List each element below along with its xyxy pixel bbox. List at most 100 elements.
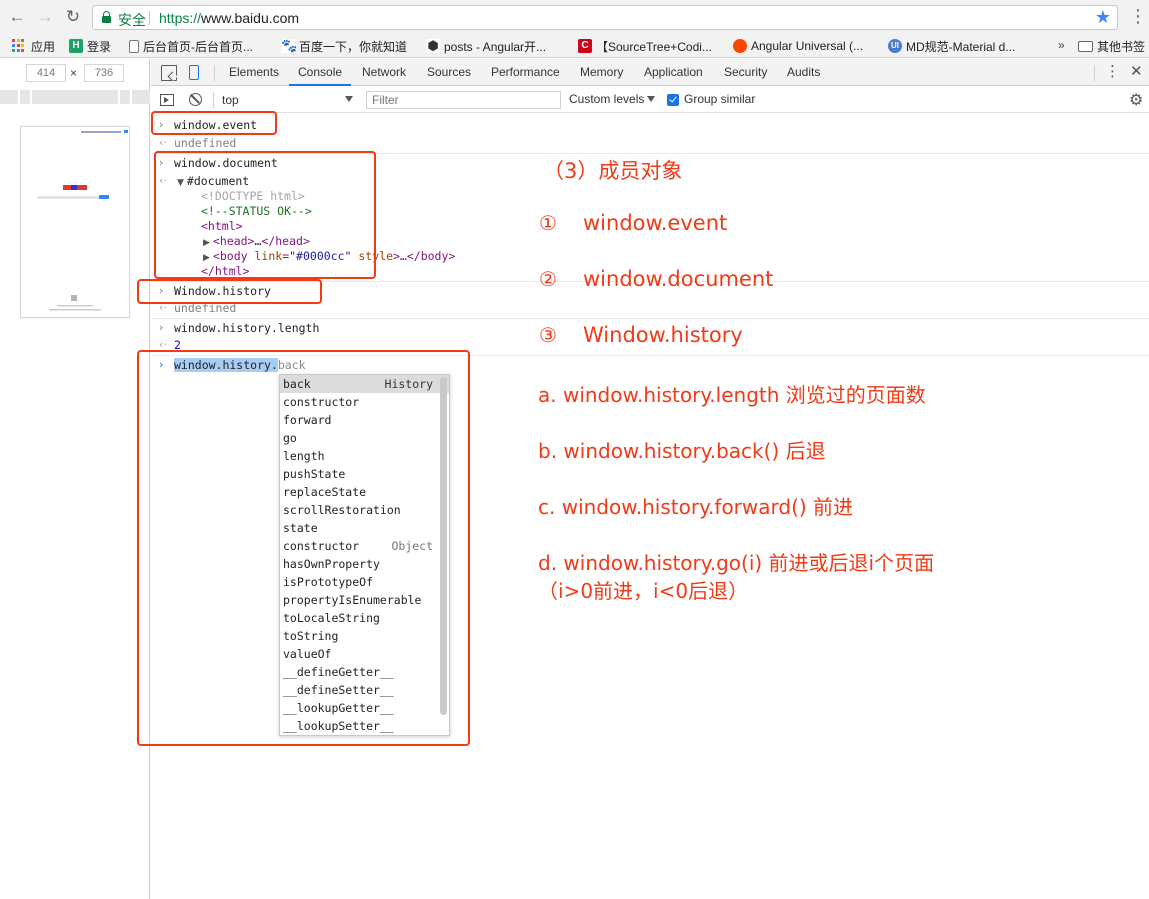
group-similar-checkbox[interactable]	[667, 94, 679, 106]
circled-number: ③	[539, 323, 557, 347]
bookmark-sourcetree[interactable]: C 【SourceTree+Codi...	[578, 38, 712, 54]
log-levels-dropdown[interactable]: Custom levels	[569, 92, 656, 106]
bookmark-md-spec[interactable]: UI MD规范-Material d...	[888, 38, 1015, 54]
bookmark-label: posts - Angular开...	[444, 39, 547, 54]
device-height-input[interactable]: 736	[84, 64, 124, 82]
url-separator	[149, 11, 150, 25]
annotation-heading: （3）成员对象	[543, 159, 683, 183]
context-selector[interactable]: top	[213, 92, 353, 108]
page-preview[interactable]	[20, 126, 130, 318]
highlight-box-history	[137, 279, 322, 304]
console-settings-icon[interactable]: ⚙	[1129, 90, 1143, 110]
page-icon	[129, 39, 139, 53]
back-arrow-icon[interactable]: ←	[6, 6, 28, 28]
bookmarks-overflow-icon[interactable]: »	[1058, 38, 1065, 52]
annotation-d-note: （i>0前进，i<0后退）	[538, 579, 749, 603]
tab-divider	[214, 65, 215, 81]
bookmark-baidu[interactable]: 🐾 百度一下，你就知道	[281, 38, 407, 54]
log-levels-label: Custom levels	[569, 92, 645, 106]
tab-divider	[1094, 65, 1095, 81]
bookmark-apps[interactable]: 应用	[12, 38, 55, 54]
bookmark-label: 【SourceTree+Codi...	[596, 39, 712, 54]
url-scheme: https://	[159, 10, 202, 26]
device-dimensions: 414 × 736	[0, 64, 150, 84]
tab-audits[interactable]: Audits	[787, 59, 820, 86]
bookmark-admin-home[interactable]: 后台首页-后台首页...	[129, 38, 253, 54]
h-logo-icon: H	[69, 39, 83, 53]
annotation-text: window.event	[583, 211, 728, 235]
media-query-ruler[interactable]	[0, 90, 150, 104]
result-arrow-icon: ‹·	[159, 136, 167, 149]
baidu-paw-icon: 🐾	[281, 38, 298, 53]
clear-console-icon[interactable]	[189, 93, 202, 106]
tab-console[interactable]: Console	[289, 59, 352, 86]
c-logo-icon: C	[578, 39, 592, 53]
tab-elements[interactable]: Elements	[229, 59, 279, 86]
bookmark-label: 应用	[31, 39, 56, 54]
highlight-box-event	[151, 111, 277, 135]
lock-icon	[102, 11, 111, 23]
device-width-input[interactable]: 414	[26, 64, 66, 82]
console-sidebar-icon[interactable]	[160, 94, 174, 106]
circled-number: ②	[539, 267, 557, 291]
bookmarks-bar: 应用 H 登录 后台首页-后台首页... 🐾 百度一下，你就知道 ⬢ posts…	[0, 34, 1149, 58]
tab-network[interactable]: Network	[362, 59, 406, 86]
annotation-item-1: ① window.event	[539, 211, 727, 235]
tab-sources[interactable]: Sources	[427, 59, 471, 86]
other-bookmarks-label: 其他书签	[1097, 39, 1146, 54]
url-host: www.baidu.com	[201, 10, 300, 26]
bookmark-login[interactable]: H 登录	[69, 38, 111, 54]
tab-application[interactable]: Application	[644, 59, 703, 86]
circled-number: ①	[539, 211, 557, 235]
bookmark-star-icon[interactable]: ★	[1095, 7, 1111, 28]
device-emulation-pane: 414 × 736	[0, 59, 150, 899]
highlight-box-document	[154, 151, 376, 279]
url-text[interactable]: https://www.baidu.com	[159, 10, 299, 26]
bookmark-angular-posts[interactable]: ⬢ posts - Angular开...	[426, 38, 546, 54]
tab-memory[interactable]: Memory	[580, 59, 623, 86]
context-value: top	[222, 93, 239, 107]
annotation-text: Window.history	[583, 323, 743, 347]
annotation-text: window.document	[583, 267, 774, 291]
devtools-menu-icon[interactable]: ⋮	[1105, 63, 1120, 81]
bookmark-angular-universal[interactable]: Angular Universal (...	[733, 38, 863, 54]
annotation-c: c. window.history.forward() 前进	[538, 495, 854, 519]
apps-grid-icon	[12, 39, 26, 53]
other-bookmarks[interactable]: 其他书签	[1078, 38, 1145, 54]
device-toolbar-icon[interactable]	[189, 65, 199, 80]
tab-performance[interactable]: Performance	[491, 59, 560, 86]
forward-arrow-icon[interactable]: →	[34, 6, 56, 28]
browser-toolbar: ← → ↻ 安全 https://www.baidu.com ★ ⋮	[0, 0, 1149, 34]
chevron-right-icon: ›	[159, 321, 164, 334]
annotation-item-2: ② window.document	[539, 267, 773, 291]
annotation-a: a. window.history.length 浏览过的页面数	[538, 383, 926, 407]
inspect-element-icon[interactable]	[161, 65, 177, 81]
dropdown-arrow-icon	[647, 96, 656, 102]
ui-logo-icon: UI	[888, 39, 902, 53]
body-close-tag: >…</body>	[393, 249, 456, 263]
console-command: window.history.length	[174, 321, 320, 335]
console-input-line: › window.event	[151, 116, 1149, 134]
annotation-item-3: ③ Window.history	[539, 323, 743, 347]
bookmark-label: MD规范-Material d...	[906, 39, 1016, 54]
group-similar-label: Group similar	[684, 92, 756, 106]
reddit-icon	[733, 39, 747, 53]
console-toolbar: top Custom levels Group similar ⚙	[151, 87, 1149, 113]
folder-icon	[1078, 40, 1093, 52]
console-result: undefined	[174, 136, 237, 150]
dropdown-arrow-icon	[345, 96, 353, 102]
browser-menu-icon[interactable]: ⋮	[1129, 6, 1147, 26]
annotation-b: b. window.history.back() 后退	[538, 439, 826, 463]
close-devtools-icon[interactable]: ✕	[1130, 63, 1143, 81]
secure-label: 安全	[118, 12, 146, 28]
tab-security[interactable]: Security	[724, 59, 767, 86]
baidu-page-thumbnail	[37, 130, 128, 311]
annotation-d: d. window.history.go(i) 前进或后退i个页面	[538, 551, 935, 575]
console-filter-input[interactable]	[366, 91, 561, 109]
bookmark-label: 后台首页-后台首页...	[143, 39, 253, 54]
bookmark-label: Angular Universal (...	[751, 39, 864, 53]
reload-icon[interactable]: ↻	[62, 6, 84, 28]
bookmark-label: 百度一下，你就知道	[299, 39, 408, 54]
bookmark-label: 登录	[87, 39, 112, 54]
address-bar[interactable]: 安全 https://www.baidu.com ★	[92, 5, 1118, 30]
